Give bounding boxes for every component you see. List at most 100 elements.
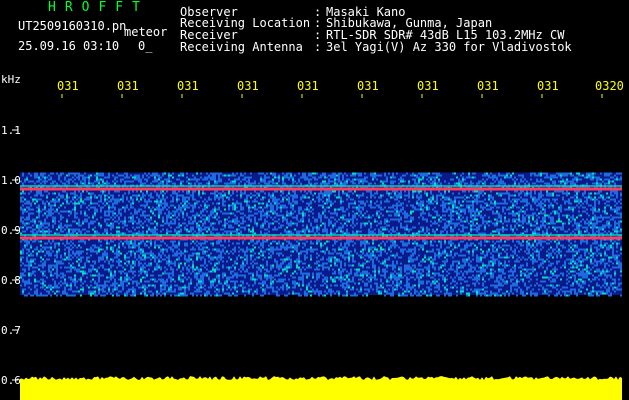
noise-pixel (436, 176, 438, 179)
noise-pixel (448, 242, 450, 245)
noise-pixel (370, 174, 372, 177)
noise-pixel (562, 214, 564, 217)
noise-pixel (24, 224, 26, 227)
noise-pixel (114, 198, 116, 201)
noise-pixel (48, 222, 50, 225)
noise-pixel (214, 192, 216, 195)
noise-pixel (238, 210, 240, 213)
noise-pixel (476, 194, 478, 197)
noise-pixel (22, 200, 24, 203)
noise-pixel (546, 222, 548, 225)
noise-pixel (328, 196, 330, 199)
noise-pixel (208, 196, 210, 199)
noise-pixel (344, 218, 346, 221)
noise-pixel (170, 194, 172, 197)
noise-pixel (544, 226, 546, 229)
noise-pixel (416, 190, 418, 193)
noise-pixel (598, 210, 600, 213)
noise-pixel (374, 206, 376, 209)
noise-pixel (288, 190, 290, 193)
noise-pixel (192, 198, 194, 201)
noise-pixel (140, 220, 142, 223)
noise-pixel (474, 210, 476, 213)
noise-pixel (480, 190, 482, 193)
noise-pixel (380, 230, 382, 233)
noise-pixel (264, 220, 266, 223)
noise-pixel (106, 180, 108, 183)
noise-pixel (52, 212, 54, 215)
noise-pixel (356, 172, 358, 175)
noise-pixel (244, 228, 246, 231)
noise-pixel (422, 216, 424, 219)
noise-pixel (60, 194, 62, 197)
noise-pixel (476, 182, 478, 185)
noise-pixel (518, 174, 520, 177)
noise-pixel (280, 226, 282, 229)
noise-pixel (24, 178, 26, 181)
noise-pixel (536, 198, 538, 201)
noise-pixel (508, 194, 510, 197)
noise-pixel (166, 222, 168, 225)
noise-pixel (182, 214, 184, 217)
noise-pixel (222, 204, 224, 207)
noise-pixel (528, 222, 530, 225)
noise-pixel (578, 228, 580, 231)
noise-pixel (92, 222, 94, 225)
noise-pixel (318, 192, 320, 195)
noise-pixel (146, 178, 148, 181)
noise-pixel (234, 208, 236, 211)
noise-pixel (156, 200, 158, 203)
noise-pixel (32, 240, 34, 243)
noise-pixel (308, 178, 310, 181)
noise-pixel (240, 194, 242, 197)
noise-pixel (154, 214, 156, 217)
noise-pixel (106, 182, 108, 185)
noise-pixel (268, 194, 270, 197)
noise-pixel (510, 194, 512, 197)
noise-pixel (560, 174, 562, 177)
noise-pixel (480, 210, 482, 213)
noise-pixel (138, 180, 140, 183)
noise-pixel (564, 214, 566, 217)
noise-pixel (546, 176, 548, 179)
noise-pixel (608, 180, 610, 183)
noise-pixel (394, 176, 396, 179)
noise-pixel (202, 222, 204, 225)
noise-pixel (524, 194, 526, 197)
noise-pixel (450, 242, 452, 245)
noise-pixel (76, 228, 78, 231)
noise-pixel (76, 194, 78, 197)
noise-pixel (150, 242, 152, 245)
noise-pixel (582, 202, 584, 205)
noise-pixel (86, 196, 88, 199)
noise-pixel (216, 212, 218, 215)
noise-pixel (206, 210, 208, 213)
noise-pixel (214, 214, 216, 217)
noise-pixel (88, 174, 90, 177)
noise-pixel (182, 222, 184, 225)
noise-pixel (254, 220, 256, 223)
noise-pixel (576, 224, 578, 227)
noise-pixel (180, 202, 182, 205)
noise-pixel (114, 176, 116, 179)
noise-pixel (38, 214, 40, 217)
noise-pixel (156, 222, 158, 225)
noise-pixel (184, 228, 186, 231)
noise-pixel (276, 200, 278, 203)
noise-pixel (286, 176, 288, 179)
noise-pixel (588, 174, 590, 177)
noise-pixel (450, 226, 452, 229)
noise-pixel (72, 242, 74, 245)
noise-pixel (398, 178, 400, 181)
noise-pixel (330, 200, 332, 203)
noise-pixel (234, 204, 236, 207)
noise-pixel (296, 224, 298, 227)
noise-pixel (350, 198, 352, 201)
noise-pixel (394, 240, 396, 243)
noise-pixel (510, 200, 512, 203)
noise-pixel (40, 194, 42, 197)
noise-pixel (334, 224, 336, 227)
noise-pixel (122, 206, 124, 209)
noise-pixel (148, 214, 150, 217)
noise-pixel (304, 208, 306, 211)
